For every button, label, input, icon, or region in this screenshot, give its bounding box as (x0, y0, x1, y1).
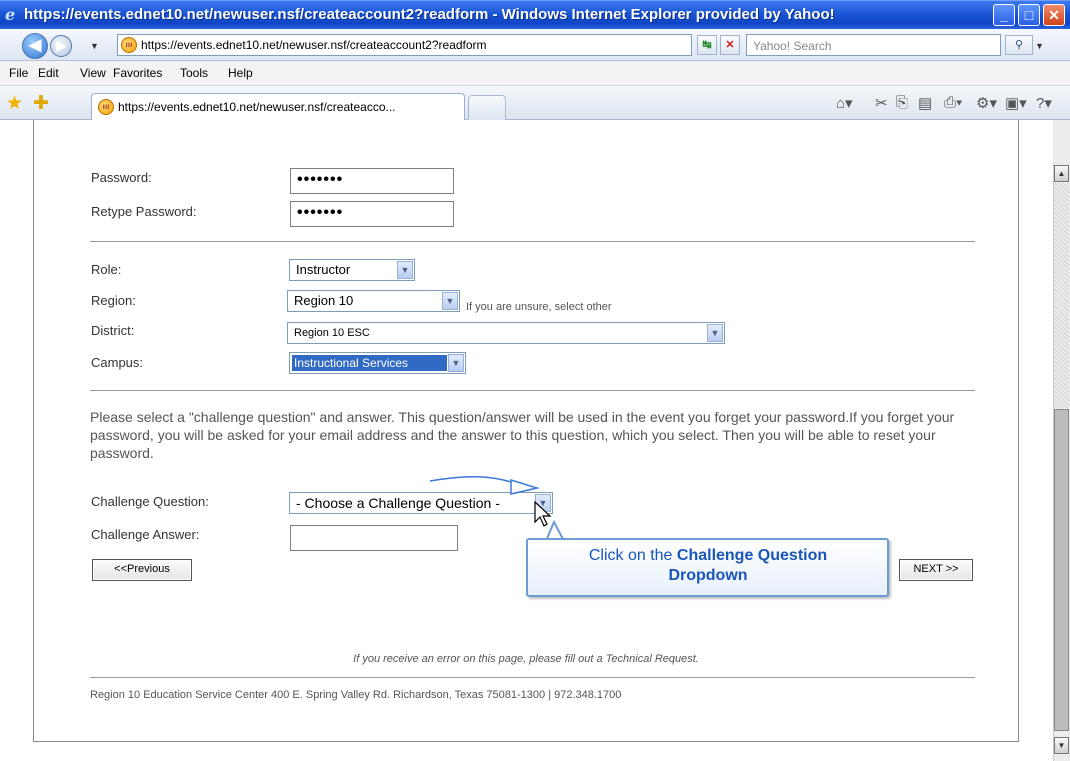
site-icon: ııı (98, 99, 114, 115)
menu-favorites[interactable]: Favorites (113, 66, 162, 80)
district-value: Region 10 ESC (294, 327, 370, 339)
previous-button[interactable]: <<Previous (92, 559, 192, 581)
favorites-star-icon[interactable]: ★ (6, 92, 23, 115)
campus-label: Campus: (91, 355, 144, 370)
region-value: Region 10 (294, 293, 354, 308)
retype-password-label: Retype Password: (91, 204, 197, 219)
maximize-button[interactable]: □ (1018, 4, 1040, 26)
region-hint: If you are unsure, select other (466, 301, 612, 313)
callout-highlight: Challenge Question (676, 547, 828, 564)
search-button[interactable]: ⚲ (1005, 35, 1033, 55)
tab-createaccount[interactable]: ııı https://events.ednet10.net/newuser.n… (91, 93, 465, 121)
minimize-button[interactable]: _ (993, 4, 1015, 26)
role-label: Role: (91, 262, 122, 277)
page-icon[interactable]: ▣▾ (1005, 94, 1027, 112)
help-icon[interactable]: ?▾ (1036, 94, 1052, 112)
title-bar: e https://events.ednet10.net/newuser.nsf… (0, 0, 1070, 29)
stop-button[interactable]: ✕ (720, 35, 740, 55)
menu-tools[interactable]: Tools (180, 66, 208, 80)
callout-highlight-2: Dropdown (668, 567, 748, 584)
role-select[interactable]: Instructor ▼ (289, 259, 415, 281)
address-text: https://events.ednet10.net/newuser.nsf/c… (141, 38, 487, 52)
menu-bar: File Edit View Favorites Tools Help (0, 61, 1070, 86)
footer-address: Region 10 Education Service Center 400 E… (90, 689, 622, 701)
instruction-callout: Click on the Challenge Question Dropdown (526, 538, 889, 597)
paste-icon[interactable]: ▤ (918, 94, 932, 112)
password-label: Password: (91, 170, 152, 185)
refresh-button[interactable]: ↹ (697, 35, 717, 55)
recent-pages-dropdown[interactable]: ▼ (90, 41, 99, 51)
close-button[interactable]: ✕ (1043, 4, 1065, 26)
print-icon[interactable]: ⎙▾ (944, 94, 962, 111)
menu-help[interactable]: Help (228, 66, 253, 80)
scroll-up-button[interactable]: ▲ (1054, 165, 1069, 182)
address-input[interactable]: ııı https://events.ednet10.net/newuser.n… (117, 34, 810, 56)
forward-button[interactable]: ▶ (50, 35, 72, 57)
scroll-down-button[interactable]: ▼ (1054, 737, 1069, 754)
site-icon: ııı (121, 37, 137, 53)
divider (90, 677, 975, 678)
district-label: District: (91, 323, 135, 338)
divider (90, 390, 975, 391)
menu-file[interactable]: File (9, 66, 28, 80)
district-select[interactable]: Region 10 ESC ▼ (287, 322, 725, 344)
error-note: If you receive an error on this page, pl… (353, 653, 699, 665)
cut-icon[interactable]: ✂ (875, 94, 888, 112)
chevron-down-icon: ▼ (442, 292, 458, 310)
chevron-down-icon: ▼ (448, 354, 464, 372)
window-title: https://events.ednet10.net/newuser.nsf/c… (24, 6, 835, 23)
retype-password-field[interactable]: ••••••• (290, 201, 454, 227)
gear-icon[interactable]: ⚙▾ (976, 94, 997, 112)
callout-text: Click on the Challenge Question Dropdown (538, 546, 878, 586)
scrollbar-track[interactable] (1054, 183, 1069, 408)
callout-prefix: Click on the (588, 547, 677, 564)
home-icon[interactable]: ⌂▾ (836, 94, 853, 112)
add-favorite-icon[interactable]: ✚ (33, 92, 49, 115)
scrollbar-thumb[interactable] (1054, 409, 1069, 731)
search-input[interactable]: Yahoo! Search (746, 34, 1001, 56)
menu-edit[interactable]: Edit (38, 66, 59, 80)
tab-bar: ★ ✚ ııı https://events.ednet10.net/newus… (0, 86, 1070, 121)
divider (90, 241, 975, 242)
password-field[interactable]: ••••••• (290, 168, 454, 194)
role-value: Instructor (296, 262, 351, 277)
next-button[interactable]: NEXT >> (899, 559, 973, 581)
chevron-down-icon: ▼ (397, 261, 413, 279)
back-button[interactable]: ◀ (22, 33, 48, 59)
search-options-dropdown[interactable]: ▼ (1035, 41, 1044, 51)
challenge-answer-label: Challenge Answer: (91, 527, 200, 542)
ie-logo-icon: e (5, 5, 16, 24)
challenge-question-label: Challenge Question: (91, 494, 209, 509)
region-label: Region: (91, 293, 136, 308)
search-placeholder: Yahoo! Search (753, 39, 832, 53)
tab-label: https://events.ednet10.net/newuser.nsf/c… (118, 100, 396, 114)
challenge-instructions: Please select a "challenge question" and… (90, 409, 955, 461)
chevron-down-icon: ▼ (707, 324, 723, 342)
menu-view[interactable]: View (80, 66, 106, 80)
new-tab-button[interactable] (468, 95, 506, 120)
campus-select[interactable]: Instructional Services ▼ (289, 352, 466, 374)
scrollbar-track-top (1053, 120, 1070, 163)
address-toolbar: ◀ ▶ ▼ ııı https://events.ednet10.net/new… (0, 29, 1070, 61)
copy-icon[interactable]: ⎘ (896, 94, 908, 111)
region-select[interactable]: Region 10 ▼ (287, 290, 460, 312)
campus-value: Instructional Services (292, 355, 447, 371)
